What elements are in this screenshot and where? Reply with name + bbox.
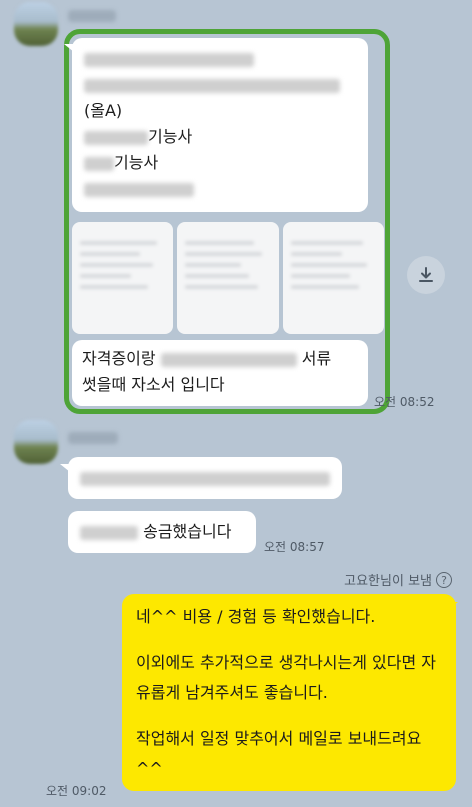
message-paragraph: 네^^ 비용 / 경험 등 확인했습니다. [136,607,376,626]
message-line: 썻을때 자소서 입니다 [82,375,225,394]
sent-by-text: 고요한님이 보냄 [344,574,432,589]
message-bubble-email[interactable] [68,457,342,499]
sent-by-label: 고요한님이 보냄 ? [344,570,452,589]
message-line: (올A) [84,101,123,120]
message-time: 오전 08:52 [374,395,435,409]
message-line: 서류 [301,349,332,368]
message-bubble-info[interactable]: (올A) 기능사 기능사 [72,38,368,212]
redacted-text [84,52,254,67]
attachment-thumbnail[interactable] [72,222,174,334]
redacted-text [84,78,340,93]
message-time: 오전 08:57 [264,540,325,554]
message-line: 기능사 [148,127,193,146]
attachment-thumbnail[interactable] [282,222,384,334]
message-bubble-caption[interactable]: 자격증이랑 서류 썻을때 자소서 입니다 [72,340,368,406]
attachment-thumbnail[interactable] [177,222,279,334]
redacted-text [84,130,148,145]
message-time: 오전 09:02 [46,784,107,798]
message-paragraph: 작업해서 일정 맞추어서 메일로 보내드려요^^ [136,729,422,778]
message-line: 기능사 [114,153,159,172]
message-line: 자격증이랑 [82,349,156,368]
sender-name [68,10,116,22]
download-icon [419,267,433,282]
redacted-text [80,471,330,486]
download-button[interactable] [407,256,445,294]
redacted-text [80,525,138,540]
attachment-gallery[interactable] [72,222,384,334]
help-icon[interactable]: ? [436,571,452,588]
avatar[interactable] [14,2,58,46]
message-line: 송금했습니다 [143,522,232,541]
redacted-text [84,182,194,197]
redacted-text [84,156,114,171]
avatar[interactable] [14,420,58,464]
sender-name [68,432,118,444]
message-bubble-transfer[interactable]: 송금했습니다 [68,511,256,553]
redacted-text [160,352,297,367]
message-paragraph: 이외에도 추가적으로 생각나시는게 있다면 자유롭게 남겨주셔도 좋습니다. [136,653,437,702]
my-message-bubble[interactable]: 네^^ 비용 / 경험 등 확인했습니다. 이외에도 추가적으로 생각나시는게 … [122,594,456,791]
